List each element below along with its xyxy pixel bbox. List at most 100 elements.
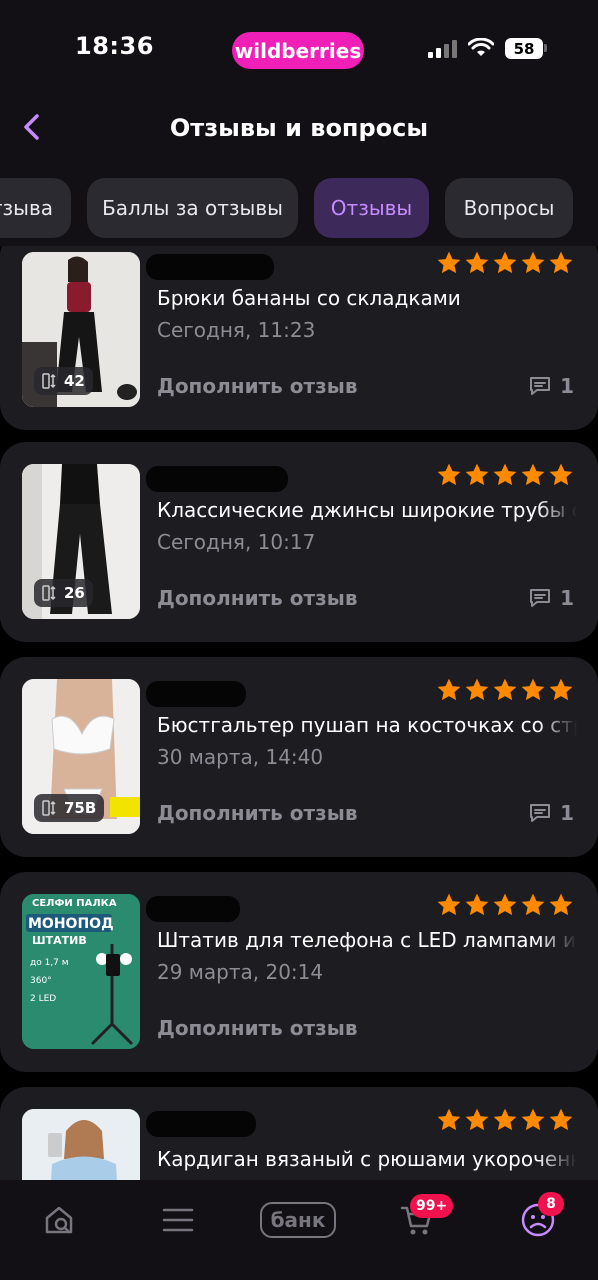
product-thumbnail[interactable]: 26 [22,464,140,619]
battery-indicator: 58 [505,38,543,59]
thumb-text-spec3: 2 LED [30,994,57,1004]
product-name[interactable]: Штатив для телефона с LED лампами и [157,928,577,952]
star-icon [465,893,489,916]
star-icon [521,893,545,916]
size-badge: 75B [34,794,105,822]
star-icon [549,893,573,916]
thumb-text-top: СЕЛФИ ПАЛКА [32,898,117,909]
tab-reviews-to-write[interactable]: тзыва [0,178,71,238]
cellular-signal-icon [428,40,457,58]
tab-review-points[interactable]: Баллы за отзывы [87,178,298,238]
size-badge: 42 [34,367,93,395]
thumb-text-spec2: 360° [30,976,52,986]
product-name[interactable]: Кардиган вязаный с рюшами укороченн [157,1147,577,1171]
star-icon [465,1108,489,1131]
star-icon [437,678,461,701]
star-icon [549,678,573,701]
star-icon [437,893,461,916]
star-icon [465,251,489,274]
tab-questions[interactable]: Вопросы [445,178,573,238]
thumb-text-line1: МОНОПОД [28,916,114,932]
size-value: 75B [64,799,97,817]
add-review-button[interactable]: Дополнить отзыв [157,1016,358,1040]
product-name[interactable]: Бюстгальтер пушап на косточках со стр [157,713,577,737]
comment-icon [530,589,551,607]
star-icon [437,463,461,486]
brand-logo: wildberries [232,32,364,69]
nav-catalog[interactable] [156,1198,200,1242]
clock: 18:36 [75,32,154,60]
cart-badge: 99+ [410,1194,454,1218]
size-value: 42 [64,372,85,390]
product-name-text: Классические джинсы широкие трубы с [157,498,577,522]
star-icon [493,251,517,274]
product-thumbnail[interactable]: СЕЛФИ ПАЛКА МОНОПОД ШТАТИВ до 1,7 м 360°… [22,894,140,1049]
product-name[interactable]: Классические джинсы широкие трубы с [157,498,577,522]
comments-button[interactable]: 1 [528,586,574,610]
comments-count: 1 [560,374,574,398]
redacted-reviewer-name [146,681,246,707]
comments-button[interactable]: 1 [528,374,574,398]
comment-icon [530,804,551,822]
review-card[interactable]: 42 Брюки бананы со складками Сегодня, 11… [0,246,598,430]
comment-icon [530,377,551,395]
text-fade [537,928,577,952]
star-icon [493,463,517,486]
product-thumbnail[interactable]: 75B [22,679,140,834]
star-icon [521,463,545,486]
battery-tip [544,44,547,52]
redacted-reviewer-name [146,254,274,280]
star-icon [549,251,573,274]
product-name-text: Бюстгальтер пушап на косточках со стр [157,713,577,737]
review-card[interactable]: Кардиган вязаный с рюшами укороченн [0,1087,598,1180]
ruler-icon [42,800,56,816]
product-thumbnail[interactable]: 42 [22,252,140,407]
rating-stars [436,462,574,488]
star-icon [493,678,517,701]
redacted-reviewer-name [146,896,240,922]
nav-bank[interactable]: банк [258,1198,338,1242]
add-review-button[interactable]: Дополнить отзыв [157,586,358,610]
review-card[interactable]: СЕЛФИ ПАЛКА МОНОПОД ШТАТИВ до 1,7 м 360°… [0,872,598,1072]
status-bar: 18:36 wildberries 58 [0,0,598,96]
home-search-icon [45,1206,73,1234]
comments-button[interactable]: 1 [528,801,574,825]
rating-stars [436,250,574,276]
product-name-text: Штатив для телефона с LED лампами и [157,928,576,952]
star-icon [437,1108,461,1131]
nav-home[interactable] [37,1198,81,1242]
review-date: Сегодня, 11:23 [157,318,316,342]
star-icon [521,678,545,701]
star-icon [437,251,461,274]
review-card[interactable]: 26 Классические джинсы широкие трубы с С… [0,442,598,642]
thumb-text-line2: ШТАТИВ [32,934,87,947]
star-icon [493,1108,517,1131]
add-review-button[interactable]: Дополнить отзыв [157,801,358,825]
tab-bar: тзыва Баллы за отзывы Отзывы Вопросы [0,166,598,246]
profile-badge: 8 [538,1192,564,1216]
star-icon [493,893,517,916]
product-name[interactable]: Брюки бананы со складками [157,286,577,310]
review-card[interactable]: 75B Бюстгальтер пушап на косточках со ст… [0,657,598,857]
star-icon [465,678,489,701]
page-header: Отзывы и вопросы [0,96,598,166]
text-fade [537,1147,577,1171]
page-title: Отзывы и вопросы [169,114,429,142]
rating-stars [436,892,574,918]
review-date: 30 марта, 14:40 [157,745,324,769]
tab-reviews[interactable]: Отзывы [314,178,429,238]
star-icon [521,251,545,274]
bank-label: банк [260,1202,336,1238]
ruler-icon [42,585,56,601]
thumb-text-spec1: до 1,7 м [30,958,69,968]
wifi-icon [468,38,494,56]
size-value: 26 [64,584,85,602]
product-name-text: Кардиган вязаный с рюшами укороченн [157,1147,577,1171]
add-review-button[interactable]: Дополнить отзыв [157,374,358,398]
size-badge: 26 [34,579,93,607]
ruler-icon [42,373,56,389]
rating-stars [436,1107,574,1133]
star-icon [465,463,489,486]
product-thumbnail[interactable] [22,1109,140,1180]
text-fade [537,713,577,737]
